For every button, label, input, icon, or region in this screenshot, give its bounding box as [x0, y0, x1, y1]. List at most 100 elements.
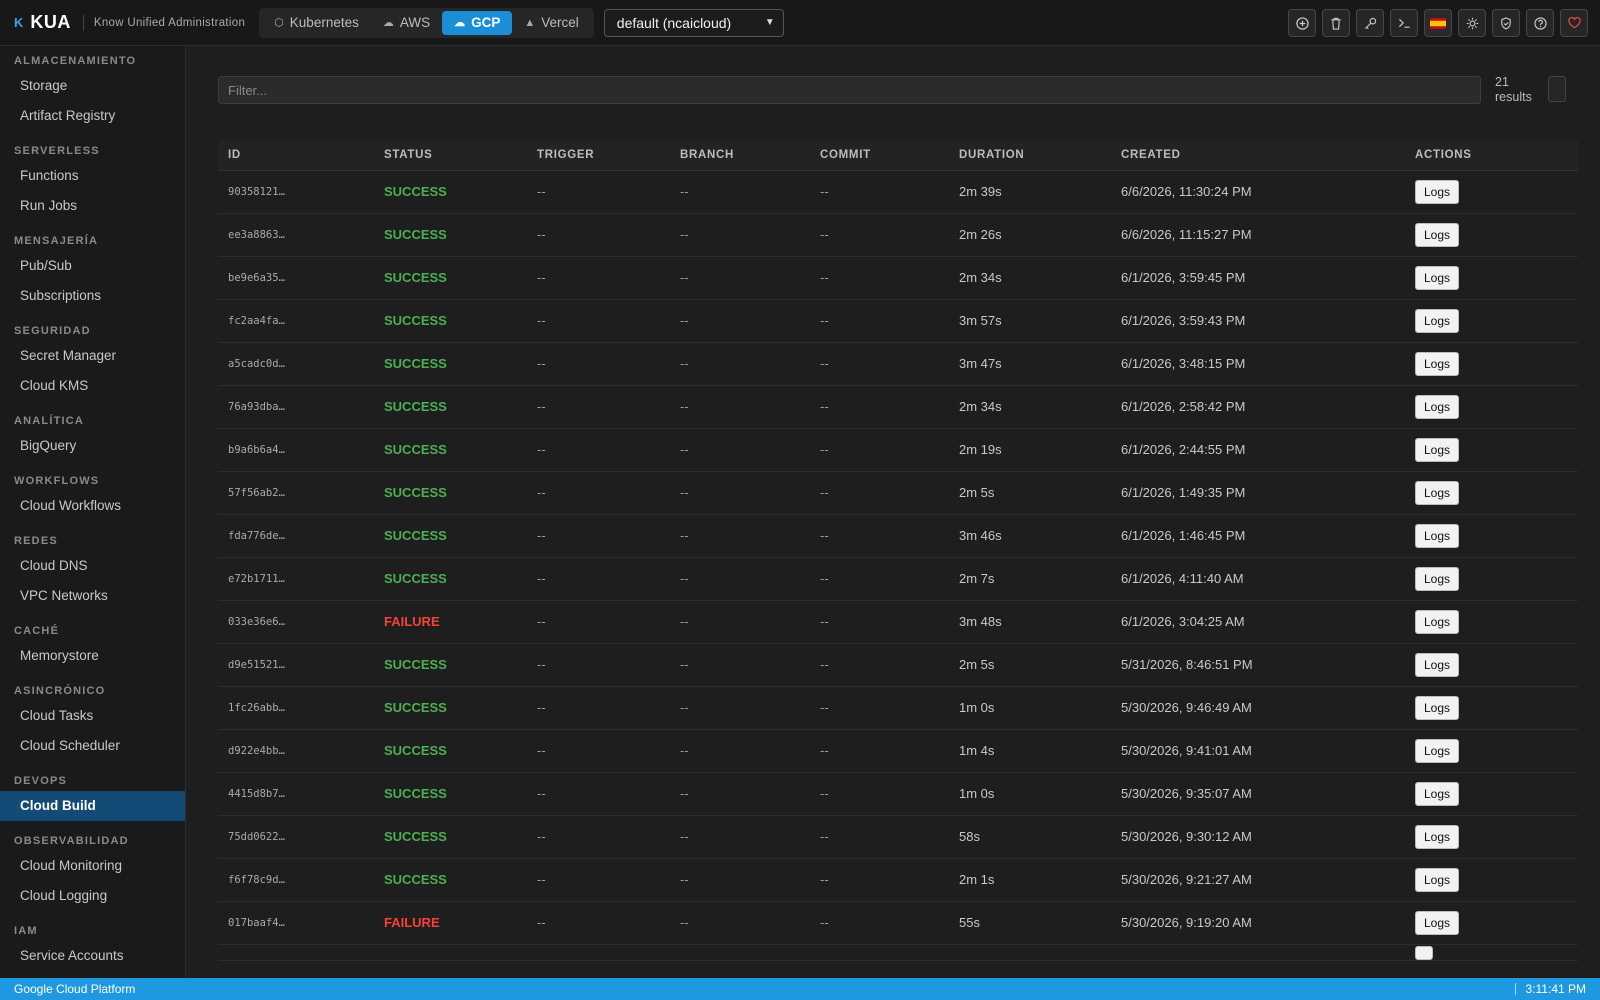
col-created[interactable]: CREATED — [1111, 140, 1405, 170]
context-select[interactable]: default (ncaicloud) ▼ — [603, 8, 784, 37]
logs-button[interactable]: Logs — [1415, 222, 1460, 247]
sidebar-item-cloud-build[interactable]: Cloud Build — [0, 791, 185, 821]
heart-icon[interactable] — [1560, 9, 1588, 37]
col-commit[interactable]: COMMIT — [810, 140, 949, 170]
sidebar-item-service-accounts[interactable]: Service Accounts — [0, 941, 185, 971]
empty-cell — [949, 944, 1111, 960]
sidebar-item-vpc-networks[interactable]: VPC Networks — [0, 581, 185, 611]
trigger-cell: -- — [537, 528, 546, 543]
table-row[interactable]: ee3a8863… SUCCESS -- -- -- 2m 26s 6/6/2026, 11… — [218, 213, 1578, 256]
help-icon[interactable] — [1526, 9, 1554, 37]
table-row[interactable]: 75dd0622… SUCCESS -- -- -- 58s 5/30/2026, 9:30… — [218, 815, 1578, 858]
table-row[interactable]: b9a6b6a4… SUCCESS -- -- -- 2m 19s 6/1/2026, 2:… — [218, 428, 1578, 471]
table-row[interactable]: 1fc26abb… SUCCESS -- -- -- 1m 0s 5/30/2026, 9:… — [218, 686, 1578, 729]
trash-icon[interactable] — [1322, 9, 1350, 37]
actions-cell: Logs — [1405, 686, 1578, 729]
shield-icon[interactable] — [1492, 9, 1520, 37]
commit-cell: -- — [820, 829, 829, 844]
logs-button[interactable]: Logs — [1415, 351, 1460, 376]
created-cell: 5/30/2026, 9:46:49 AM — [1121, 700, 1252, 715]
status-cell: FAILURE — [374, 901, 527, 944]
sidebar-item-cloud-workflows[interactable]: Cloud Workflows — [0, 491, 185, 521]
tab-kubernetes[interactable]: ⬡ Kubernetes — [262, 11, 371, 35]
tab-gcp[interactable]: ☁ GCP — [442, 10, 513, 35]
logs-button[interactable]: Logs — [1415, 652, 1460, 677]
logs-button[interactable]: Logs — [1415, 566, 1460, 591]
table-row[interactable]: 017baaf4… FAILURE -- -- -- 55s 5/30/2026, 9:19… — [218, 901, 1578, 944]
sidebar-item-cloud-dns[interactable]: Cloud DNS — [0, 551, 185, 581]
logs-button[interactable]: Logs — [1415, 265, 1460, 290]
table-row[interactable]: fda776de… SUCCESS -- -- -- 3m 46s 6/1/2026, 1:… — [218, 514, 1578, 557]
key-icon[interactable] — [1356, 9, 1384, 37]
logs-button[interactable] — [1415, 945, 1433, 960]
sidebar-item-cloud-logging[interactable]: Cloud Logging — [0, 881, 185, 911]
logs-button[interactable]: Logs — [1415, 867, 1460, 892]
logs-button[interactable]: Logs — [1415, 609, 1460, 634]
sidebar-item-functions[interactable]: Functions — [0, 161, 185, 191]
trigger-cell: -- — [537, 743, 546, 758]
logs-button[interactable]: Logs — [1415, 437, 1460, 462]
logs-button[interactable]: Logs — [1415, 738, 1460, 763]
table-row[interactable]: d9e51521… SUCCESS -- -- -- 2m 5s 5/31/2026, 8:… — [218, 643, 1578, 686]
terminal-icon[interactable] — [1390, 9, 1418, 37]
sidebar-item-artifact-registry[interactable]: Artifact Registry — [0, 101, 185, 131]
sidebar-item-pub-sub[interactable]: Pub/Sub — [0, 251, 185, 281]
table-row[interactable]: d922e4bb… SUCCESS -- -- -- 1m 4s 5/30/2026, 9:… — [218, 729, 1578, 772]
logs-button[interactable]: Logs — [1415, 781, 1460, 806]
sidebar-item-cloud-scheduler[interactable]: Cloud Scheduler — [0, 731, 185, 761]
sidebar-item-memorystore[interactable]: Memorystore — [0, 641, 185, 671]
sun-icon[interactable] — [1458, 9, 1486, 37]
sidebar-item-run-jobs[interactable]: Run Jobs — [0, 191, 185, 221]
results-count: 21 results — [1495, 75, 1555, 105]
sidebar-item-secret-manager[interactable]: Secret Manager — [0, 341, 185, 371]
logs-button[interactable]: Logs — [1415, 308, 1460, 333]
col-branch[interactable]: BRANCH — [670, 140, 810, 170]
trigger-cell: -- — [537, 657, 546, 672]
table-row[interactable]: 76a93dba… SUCCESS -- -- -- 2m 34s 6/1/2026, 2:… — [218, 385, 1578, 428]
provider-tabs: ⬡ Kubernetes ☁ AWS ☁ GCP ▲ Vercel — [259, 7, 594, 38]
table-row[interactable]: e72b1711… SUCCESS -- -- -- 2m 7s 6/1/2026, 4:1… — [218, 557, 1578, 600]
branch-cell: -- — [680, 614, 689, 629]
table-row[interactable]: fc2aa4fa… SUCCESS -- -- -- 3m 57s 6/1/2026, 3:… — [218, 299, 1578, 342]
branch-cell: -- — [680, 184, 689, 199]
status-badge: FAILURE — [384, 614, 440, 629]
logs-button[interactable]: Logs — [1415, 910, 1460, 935]
table-row[interactable]: be9e6a35… SUCCESS -- -- -- 2m 34s 6/1/2026, 3:… — [218, 256, 1578, 299]
sidebar-item-bigquery[interactable]: BigQuery — [0, 431, 185, 461]
sidebar-item-subscriptions[interactable]: Subscriptions — [0, 281, 185, 311]
table-row[interactable]: 033e36e6… FAILURE -- -- -- 3m 48s 6/1/2026, 3:… — [218, 600, 1578, 643]
tab-aws[interactable]: ☁ AWS — [371, 11, 442, 35]
trigger-cell: -- — [537, 571, 546, 586]
tab-vercel[interactable]: ▲ Vercel — [512, 11, 590, 35]
table-row[interactable]: 57f56ab2… SUCCESS -- -- -- 2m 5s 6/1/2026, 1:4… — [218, 471, 1578, 514]
logs-button[interactable]: Logs — [1415, 394, 1460, 419]
logs-button[interactable]: Logs — [1415, 179, 1460, 204]
table-row[interactable] — [218, 944, 1578, 960]
brand[interactable]: K KUA Know Unified Administration — [14, 12, 245, 33]
col-trigger[interactable]: TRIGGER — [527, 140, 670, 170]
sidebar-item-cloud-kms[interactable]: Cloud KMS — [0, 371, 185, 401]
col-duration[interactable]: DURATION — [949, 140, 1111, 170]
sidebar-item-cloud-monitoring[interactable]: Cloud Monitoring — [0, 851, 185, 881]
sidebar-item-cloud-tasks[interactable]: Cloud Tasks — [0, 701, 185, 731]
status-cell: SUCCESS — [374, 385, 527, 428]
logs-button[interactable]: Logs — [1415, 695, 1460, 720]
spain-flag-icon[interactable] — [1424, 9, 1452, 37]
col-status[interactable]: STATUS — [374, 140, 527, 170]
sidebar-item-storage[interactable]: Storage — [0, 71, 185, 101]
filter-options-button[interactable] — [1548, 76, 1566, 102]
logs-button[interactable]: Logs — [1415, 480, 1460, 505]
table-row[interactable]: 90358121… SUCCESS -- -- -- 2m 39s 6/6/2026, 11… — [218, 170, 1578, 213]
logs-button[interactable]: Logs — [1415, 824, 1460, 849]
filter-input[interactable] — [218, 76, 1481, 104]
table-row[interactable]: f6f78c9d… SUCCESS -- -- -- 2m 1s 5/30/2026, 9:… — [218, 858, 1578, 901]
logs-button[interactable]: Logs — [1415, 523, 1460, 548]
table-row[interactable]: 4415d8b7… SUCCESS -- -- -- 1m 0s 5/30/2026, 9:… — [218, 772, 1578, 815]
col-id[interactable]: ID — [218, 140, 374, 170]
status-cell: SUCCESS — [374, 514, 527, 557]
add-icon[interactable] — [1288, 9, 1316, 37]
actions-cell: Logs — [1405, 772, 1578, 815]
kua-logo-icon: K — [14, 15, 24, 30]
actions-cell: Logs — [1405, 514, 1578, 557]
table-row[interactable]: a5cadc0d… SUCCESS -- -- -- 3m 47s 6/1/2026, 3:… — [218, 342, 1578, 385]
